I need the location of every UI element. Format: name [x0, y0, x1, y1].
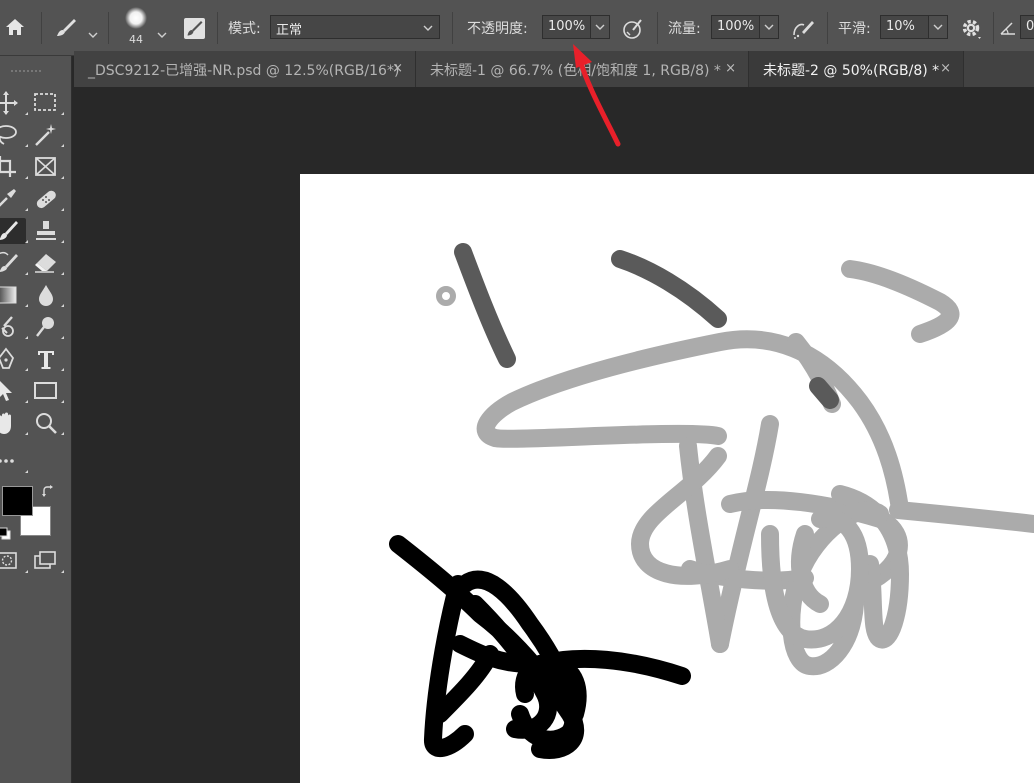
blur-icon[interactable]	[32, 282, 60, 308]
options-bar: 44 模式: 正常 不透明度: 100% 流量: 100% 平滑: 10% 0	[0, 0, 1034, 56]
swap-colors-icon[interactable]	[41, 484, 55, 498]
clone-stamp-icon[interactable]	[32, 218, 60, 244]
chevron-down-icon[interactable]	[157, 24, 167, 38]
mode-label: 模式:	[228, 21, 261, 37]
chevron-down-icon	[423, 25, 433, 31]
brush-settings-panel-icon[interactable]	[183, 17, 206, 40]
magic-wand-icon[interactable]	[32, 122, 60, 148]
dark-gray-stroke	[809, 377, 839, 409]
airbrush-icon[interactable]	[790, 17, 816, 41]
document-tab-bar: _DSC9212-已增强-NR.psd @ 12.5%(RGB/16*) × 未…	[74, 51, 1034, 87]
close-icon[interactable]: ×	[392, 61, 403, 76]
chevron-down-icon	[933, 24, 943, 30]
pen-icon[interactable]	[0, 346, 20, 372]
close-icon[interactable]: ×	[725, 61, 736, 76]
smoothing-input[interactable]: 10%	[880, 15, 930, 39]
eyedropper-icon[interactable]	[0, 186, 20, 212]
dark-gray-stroke	[454, 243, 516, 368]
dark-gray-stroke	[611, 250, 727, 328]
lasso-icon[interactable]	[0, 122, 20, 148]
move-icon[interactable]	[0, 90, 20, 116]
blend-mode-select[interactable]: 正常	[270, 15, 440, 39]
smoothing-label: 平滑:	[838, 21, 871, 37]
frame-icon[interactable]	[32, 154, 60, 180]
tab-label: _DSC9212-已增强-NR.psd @ 12.5%(RGB/16*)	[88, 63, 400, 79]
blend-mode-value: 正常	[276, 23, 303, 38]
tab-dsc9212[interactable]: _DSC9212-已增强-NR.psd @ 12.5%(RGB/16*) ×	[74, 51, 416, 87]
smoothing-dropdown[interactable]	[928, 15, 948, 39]
more-tools-icon[interactable]	[0, 448, 22, 474]
hand-icon[interactable]	[0, 410, 20, 436]
default-colors-icon[interactable]	[0, 526, 12, 540]
light-gray-dot	[436, 286, 456, 306]
screen-mode-icon[interactable]	[32, 548, 60, 574]
gear-icon[interactable]	[960, 17, 984, 41]
angle-input[interactable]: 0	[1020, 15, 1034, 39]
flow-input[interactable]: 100%	[711, 15, 761, 39]
foreground-color-swatch[interactable]	[2, 486, 33, 516]
light-gray-stroke	[889, 501, 1034, 533]
document-canvas[interactable]	[300, 174, 1034, 783]
flow-label: 流量:	[668, 21, 701, 37]
opacity-label: 不透明度:	[467, 21, 528, 37]
eraser-icon[interactable]	[32, 250, 60, 276]
close-icon[interactable]: ×	[940, 61, 951, 76]
dodge-icon[interactable]	[32, 314, 60, 340]
chevron-down-icon	[595, 24, 605, 30]
chevron-down-icon[interactable]	[88, 24, 98, 38]
annotation-arrow	[573, 44, 621, 147]
light-gray-stroke	[841, 260, 960, 343]
history-brush-icon[interactable]	[0, 250, 20, 276]
zoom-icon[interactable]	[32, 410, 60, 436]
angle-icon	[999, 20, 1017, 36]
marquee-icon[interactable]	[32, 90, 60, 116]
path-selection-icon[interactable]	[0, 378, 20, 404]
type-icon[interactable]	[32, 346, 60, 372]
brush-size-picker[interactable]: 44	[120, 6, 152, 48]
brush-icon[interactable]	[0, 218, 26, 244]
chevron-down-icon	[764, 24, 774, 30]
black-stroke	[424, 575, 474, 757]
quick-mask-icon[interactable]	[0, 548, 22, 574]
rectangle-icon[interactable]	[32, 378, 60, 404]
flow-dropdown[interactable]	[759, 15, 779, 39]
crop-icon[interactable]	[0, 154, 20, 180]
panel-grip[interactable]	[10, 69, 42, 73]
canvas-drawing	[389, 243, 1034, 759]
smudge-icon[interactable]	[0, 314, 20, 340]
gradient-icon[interactable]	[0, 282, 20, 308]
home-icon[interactable]	[4, 16, 26, 38]
healing-brush-icon[interactable]	[32, 186, 60, 212]
tab-label: 未标题-2 @ 50%(RGB/8) *	[763, 63, 940, 79]
brush-tool-preset-icon[interactable]	[54, 16, 80, 40]
tab-untitled-2[interactable]: 未标题-2 @ 50%(RGB/8) * ×	[749, 51, 964, 87]
tools-panel	[0, 56, 72, 783]
brush-size-value: 44	[129, 33, 143, 46]
